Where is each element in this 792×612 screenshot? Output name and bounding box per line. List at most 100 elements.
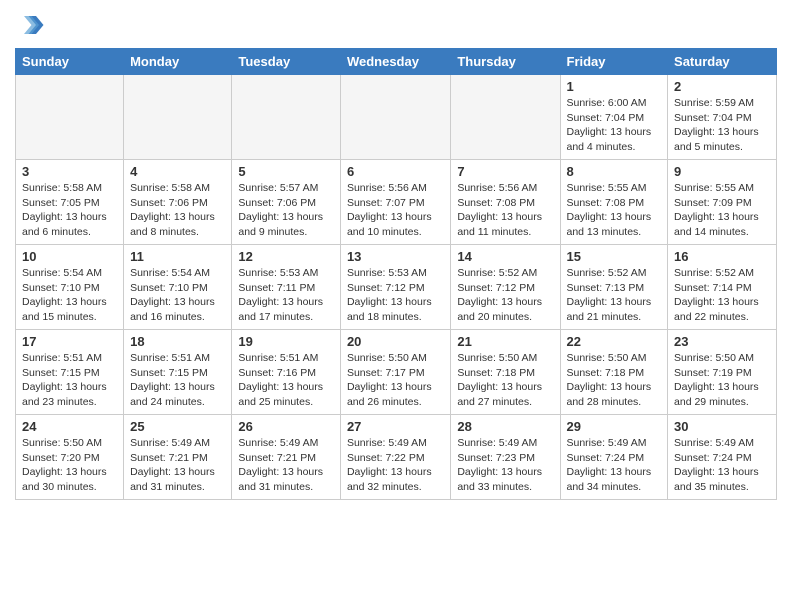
day-number: 28 (457, 419, 553, 434)
day-info: Sunrise: 5:54 AM Sunset: 7:10 PM Dayligh… (22, 266, 117, 325)
day-number: 20 (347, 334, 444, 349)
day-info: Sunrise: 5:50 AM Sunset: 7:18 PM Dayligh… (457, 351, 553, 410)
day-number: 19 (238, 334, 334, 349)
calendar-cell: 22 Sunrise: 5:50 AM Sunset: 7:18 PM Dayli… (560, 330, 668, 415)
calendar-cell: 16 Sunrise: 5:52 AM Sunset: 7:14 PM Dayli… (668, 245, 777, 330)
page: SundayMondayTuesdayWednesdayThursdayFrid… (0, 0, 792, 515)
calendar-cell: 13 Sunrise: 5:53 AM Sunset: 7:12 PM Dayli… (340, 245, 450, 330)
day-info: Sunrise: 5:56 AM Sunset: 7:08 PM Dayligh… (457, 181, 553, 240)
day-info: Sunrise: 5:49 AM Sunset: 7:21 PM Dayligh… (238, 436, 334, 495)
day-number: 8 (567, 164, 662, 179)
day-header-wednesday: Wednesday (340, 49, 450, 75)
calendar-cell: 24 Sunrise: 5:50 AM Sunset: 7:20 PM Dayli… (16, 415, 124, 500)
day-header-monday: Monday (124, 49, 232, 75)
week-row-2: 3Sunrise: 5:58 AM Sunset: 7:05 PM Daylig… (16, 160, 777, 245)
calendar-cell: 8 Sunrise: 5:55 AM Sunset: 7:08 PM Daylig… (560, 160, 668, 245)
day-info: Sunrise: 5:50 AM Sunset: 7:19 PM Dayligh… (674, 351, 770, 410)
day-number: 11 (130, 249, 225, 264)
day-header-saturday: Saturday (668, 49, 777, 75)
header (15, 10, 777, 40)
day-number: 4 (130, 164, 225, 179)
day-info: Sunrise: 5:50 AM Sunset: 7:17 PM Dayligh… (347, 351, 444, 410)
day-info: Sunrise: 5:55 AM Sunset: 7:08 PM Dayligh… (567, 181, 662, 240)
calendar-cell: 28Sunrise: 5:49 AM Sunset: 7:23 PM Dayli… (451, 415, 560, 500)
day-header-thursday: Thursday (451, 49, 560, 75)
day-info: Sunrise: 5:50 AM Sunset: 7:20 PM Dayligh… (22, 436, 117, 495)
calendar-cell: 23 Sunrise: 5:50 AM Sunset: 7:19 PM Dayli… (668, 330, 777, 415)
day-number: 27 (347, 419, 444, 434)
calendar-body: 1 Sunrise: 6:00 AM Sunset: 7:04 PM Daylig… (16, 75, 777, 500)
day-info: Sunrise: 5:57 AM Sunset: 7:06 PM Dayligh… (238, 181, 334, 240)
day-header-friday: Friday (560, 49, 668, 75)
day-info: Sunrise: 6:00 AM Sunset: 7:04 PM Dayligh… (567, 96, 662, 155)
calendar-cell (124, 75, 232, 160)
calendar-cell: 5 Sunrise: 5:57 AM Sunset: 7:06 PM Daylig… (232, 160, 341, 245)
day-info: Sunrise: 5:52 AM Sunset: 7:12 PM Dayligh… (457, 266, 553, 325)
day-info: Sunrise: 5:49 AM Sunset: 7:22 PM Dayligh… (347, 436, 444, 495)
day-number: 30 (674, 419, 770, 434)
day-info: Sunrise: 5:51 AM Sunset: 7:16 PM Dayligh… (238, 351, 334, 410)
day-number: 6 (347, 164, 444, 179)
calendar-cell: 11Sunrise: 5:54 AM Sunset: 7:10 PM Dayli… (124, 245, 232, 330)
day-info: Sunrise: 5:56 AM Sunset: 7:07 PM Dayligh… (347, 181, 444, 240)
calendar-cell: 10 Sunrise: 5:54 AM Sunset: 7:10 PM Dayli… (16, 245, 124, 330)
day-info: Sunrise: 5:58 AM Sunset: 7:06 PM Dayligh… (130, 181, 225, 240)
day-number: 13 (347, 249, 444, 264)
calendar-cell: 3Sunrise: 5:58 AM Sunset: 7:05 PM Daylig… (16, 160, 124, 245)
week-row-1: 1 Sunrise: 6:00 AM Sunset: 7:04 PM Daylig… (16, 75, 777, 160)
day-header-tuesday: Tuesday (232, 49, 341, 75)
logo-icon (15, 10, 45, 40)
calendar-cell: 20 Sunrise: 5:50 AM Sunset: 7:17 PM Dayli… (340, 330, 450, 415)
calendar-cell: 1 Sunrise: 6:00 AM Sunset: 7:04 PM Daylig… (560, 75, 668, 160)
calendar-cell: 21 Sunrise: 5:50 AM Sunset: 7:18 PM Dayli… (451, 330, 560, 415)
day-info: Sunrise: 5:52 AM Sunset: 7:13 PM Dayligh… (567, 266, 662, 325)
day-number: 9 (674, 164, 770, 179)
day-info: Sunrise: 5:55 AM Sunset: 7:09 PM Dayligh… (674, 181, 770, 240)
day-info: Sunrise: 5:49 AM Sunset: 7:21 PM Dayligh… (130, 436, 225, 495)
calendar-header: SundayMondayTuesdayWednesdayThursdayFrid… (16, 49, 777, 75)
day-info: Sunrise: 5:50 AM Sunset: 7:18 PM Dayligh… (567, 351, 662, 410)
day-number: 7 (457, 164, 553, 179)
header-row: SundayMondayTuesdayWednesdayThursdayFrid… (16, 49, 777, 75)
day-number: 29 (567, 419, 662, 434)
calendar-cell: 7 Sunrise: 5:56 AM Sunset: 7:08 PM Daylig… (451, 160, 560, 245)
day-number: 16 (674, 249, 770, 264)
calendar-cell (16, 75, 124, 160)
day-info: Sunrise: 5:51 AM Sunset: 7:15 PM Dayligh… (22, 351, 117, 410)
day-number: 23 (674, 334, 770, 349)
calendar-cell: 27 Sunrise: 5:49 AM Sunset: 7:22 PM Dayli… (340, 415, 450, 500)
day-header-sunday: Sunday (16, 49, 124, 75)
day-number: 14 (457, 249, 553, 264)
day-number: 26 (238, 419, 334, 434)
day-info: Sunrise: 5:51 AM Sunset: 7:15 PM Dayligh… (130, 351, 225, 410)
day-number: 21 (457, 334, 553, 349)
calendar-cell: 15 Sunrise: 5:52 AM Sunset: 7:13 PM Dayli… (560, 245, 668, 330)
calendar-cell: 17 Sunrise: 5:51 AM Sunset: 7:15 PM Dayli… (16, 330, 124, 415)
day-info: Sunrise: 5:53 AM Sunset: 7:12 PM Dayligh… (347, 266, 444, 325)
calendar-table: SundayMondayTuesdayWednesdayThursdayFrid… (15, 48, 777, 500)
day-number: 12 (238, 249, 334, 264)
day-number: 17 (22, 334, 117, 349)
logo (15, 10, 49, 40)
calendar-cell: 2Sunrise: 5:59 AM Sunset: 7:04 PM Daylig… (668, 75, 777, 160)
calendar-cell: 19 Sunrise: 5:51 AM Sunset: 7:16 PM Dayli… (232, 330, 341, 415)
day-number: 1 (567, 79, 662, 94)
calendar-cell: 18Sunrise: 5:51 AM Sunset: 7:15 PM Dayli… (124, 330, 232, 415)
day-number: 22 (567, 334, 662, 349)
day-info: Sunrise: 5:49 AM Sunset: 7:24 PM Dayligh… (674, 436, 770, 495)
day-number: 25 (130, 419, 225, 434)
day-number: 2 (674, 79, 770, 94)
calendar-cell: 30 Sunrise: 5:49 AM Sunset: 7:24 PM Dayli… (668, 415, 777, 500)
day-info: Sunrise: 5:49 AM Sunset: 7:24 PM Dayligh… (567, 436, 662, 495)
calendar-cell (232, 75, 341, 160)
week-row-4: 17 Sunrise: 5:51 AM Sunset: 7:15 PM Dayli… (16, 330, 777, 415)
day-info: Sunrise: 5:52 AM Sunset: 7:14 PM Dayligh… (674, 266, 770, 325)
calendar-cell (451, 75, 560, 160)
week-row-5: 24 Sunrise: 5:50 AM Sunset: 7:20 PM Dayli… (16, 415, 777, 500)
day-info: Sunrise: 5:53 AM Sunset: 7:11 PM Dayligh… (238, 266, 334, 325)
calendar-cell: 26 Sunrise: 5:49 AM Sunset: 7:21 PM Dayli… (232, 415, 341, 500)
day-number: 15 (567, 249, 662, 264)
day-number: 5 (238, 164, 334, 179)
day-number: 24 (22, 419, 117, 434)
day-number: 10 (22, 249, 117, 264)
